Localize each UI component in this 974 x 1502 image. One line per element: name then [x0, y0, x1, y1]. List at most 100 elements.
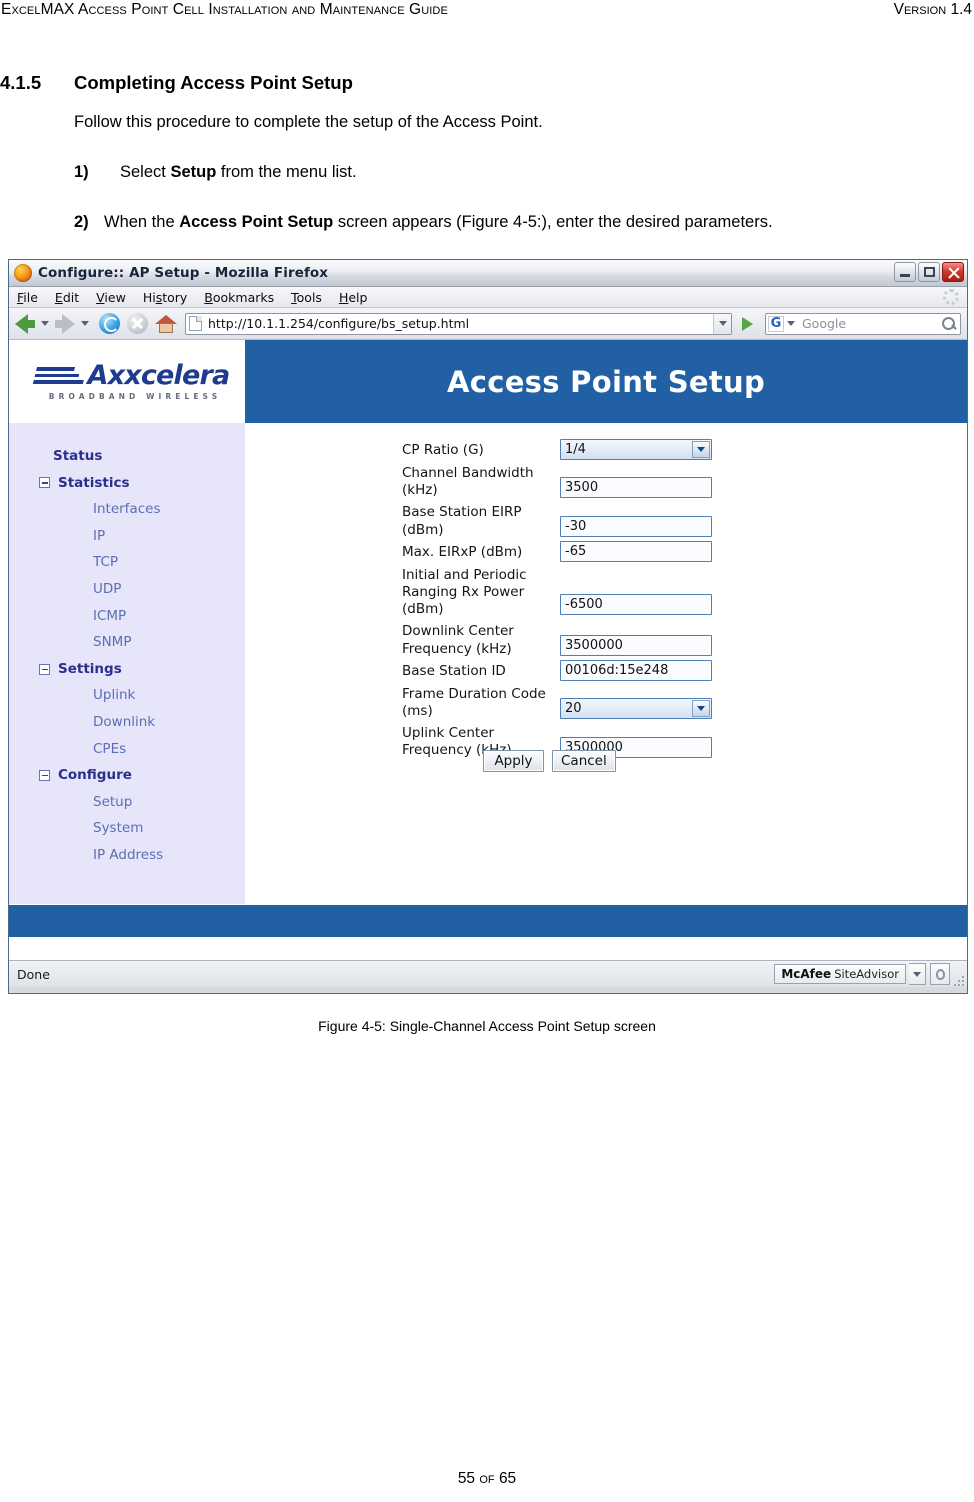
page-banner: Access Point Setup — [245, 340, 967, 423]
step-2-text-post: screen appears (Figure 4-5:), enter the … — [333, 213, 773, 231]
maximize-button[interactable] — [918, 262, 940, 282]
field-control-wrap: 20 — [560, 683, 715, 719]
menu-view[interactable]: View — [96, 290, 126, 305]
select-value: 20 — [565, 700, 582, 716]
sidebar-item-ip[interactable]: IP — [9, 523, 245, 550]
menu-edit-label: dit — [62, 289, 80, 305]
go-button[interactable] — [735, 312, 759, 335]
page-body-row: Status Statistics Interfaces IP TCP UDP ICMP SN… — [9, 423, 967, 904]
window-controls — [894, 262, 964, 282]
section-intro-paragraph: Follow this procedure to complete the se… — [74, 113, 543, 131]
mcafee-shield-button[interactable] — [930, 963, 950, 985]
sidebar-item-interfaces[interactable]: Interfaces — [9, 496, 245, 523]
field-control-wrap — [560, 564, 715, 615]
sidebar-item-status[interactable]: Status — [9, 443, 245, 470]
field-control-wrap — [560, 462, 715, 498]
sidebar-item-downlink[interactable]: Downlink — [9, 709, 245, 736]
menu-history[interactable]: History — [143, 290, 187, 305]
minimize-button[interactable] — [894, 262, 916, 282]
url-history-dropdown[interactable] — [713, 313, 731, 334]
sidebar-item-cpes[interactable]: CPEs — [9, 736, 245, 763]
section-heading: 4.1.5 Completing Access Point Setup — [0, 72, 760, 94]
back-dropdown-icon[interactable] — [41, 321, 49, 326]
menu-edit[interactable]: Edit — [55, 290, 79, 305]
sidebar-item-label: Downlink — [93, 713, 156, 730]
cancel-button[interactable]: Cancel — [552, 750, 616, 772]
chevron-down-icon[interactable] — [692, 441, 710, 458]
page-footer-bar — [9, 904, 967, 937]
sidebar-item-tcp[interactable]: TCP — [9, 549, 245, 576]
input-downlink-center-frequency-khz[interactable] — [560, 635, 712, 657]
sidebar-item-statistics[interactable]: Statistics — [9, 470, 245, 497]
sidebar-item-system[interactable]: System — [9, 815, 245, 842]
browser-window-screenshot: Configure:: AP Setup - Mozilla Firefox F… — [8, 259, 968, 994]
page-number-footer: 55 of 65 — [457, 1470, 517, 1487]
url-bar[interactable]: http://10.1.1.254/configure/bs_setup.htm… — [185, 312, 732, 335]
input-initial-and-periodic-ranging-rx-power-dbm[interactable] — [560, 593, 712, 615]
input-base-station-eirp-dbm[interactable] — [560, 516, 712, 538]
sidebar-item-label: ICMP — [93, 607, 127, 624]
resize-grip[interactable] — [953, 975, 965, 987]
chevron-down-icon[interactable] — [692, 699, 710, 717]
tree-collapse-icon[interactable] — [39, 663, 50, 675]
input-max-eirxp-dbm[interactable] — [560, 540, 712, 562]
maximize-icon — [924, 267, 935, 277]
input-base-station-id[interactable] — [560, 659, 712, 681]
stop-icon[interactable] — [127, 313, 148, 334]
search-engine-dropdown-icon[interactable] — [787, 321, 795, 326]
sidebar-item-uplink[interactable]: Uplink — [9, 682, 245, 709]
axxcelera-logo: Axxcelera BROADBAND WIRELESS — [25, 362, 230, 401]
page-title: Access Point Setup — [446, 364, 766, 399]
menu-bookmarks[interactable]: Bookmarks — [204, 290, 274, 305]
input-channel-bandwidth-khz[interactable] — [560, 477, 712, 498]
reload-icon[interactable] — [99, 313, 120, 334]
mcafee-dropdown-button[interactable] — [909, 963, 926, 985]
sidebar-item-setup[interactable]: Setup — [9, 789, 245, 816]
menu-tools[interactable]: Tools — [291, 290, 322, 305]
browser-navigation-toolbar: http://10.1.1.254/configure/bs_setup.htm… — [9, 308, 967, 340]
close-button[interactable] — [942, 262, 964, 282]
mcafee-brand-label: McAfee — [781, 967, 832, 981]
mcafee-siteadvisor-button[interactable]: McAfee SiteAdvisor — [774, 964, 906, 984]
page-icon — [189, 316, 202, 331]
section-number: 4.1.5 — [0, 72, 42, 93]
sidebar-item-udp[interactable]: UDP — [9, 576, 245, 603]
sidebar-item-snmp[interactable]: SNMP — [9, 629, 245, 656]
form-row-base-station-eirp-dbm: Base Station EIRP (dBm) — [402, 501, 715, 538]
back-button[interactable] — [15, 313, 35, 334]
sidebar-item-label: IP — [93, 527, 106, 544]
select-frame-duration-code-ms[interactable]: 20 — [560, 697, 712, 719]
form-button-row: Apply Cancel — [483, 750, 616, 772]
home-icon[interactable] — [155, 314, 177, 334]
tree-collapse-icon[interactable] — [39, 769, 50, 781]
logo-tagline: BROADBAND WIRELESS — [48, 392, 222, 401]
step-1-text-post: from the menu list. — [216, 163, 357, 181]
field-control-wrap — [560, 659, 715, 681]
sidebar-item-label: SNMP — [93, 634, 132, 651]
sidebar-item-ip-address[interactable]: IP Address — [9, 842, 245, 869]
field-label-base-station-id: Base Station ID — [402, 662, 506, 679]
web-page-content: Axxcelera BROADBAND WIRELESS Access Poin… — [9, 340, 967, 960]
chevron-down-icon — [913, 971, 921, 977]
tree-collapse-icon[interactable] — [39, 477, 50, 489]
sidebar-item-label: System — [93, 820, 144, 837]
forward-button[interactable] — [55, 313, 75, 334]
menu-file-label: ile — [23, 289, 38, 305]
window-title: Configure:: AP Setup - Mozilla Firefox — [38, 265, 329, 281]
step-2-number: 2) — [74, 213, 89, 231]
form-row-channel-bandwidth-khz: Channel Bandwidth (kHz) — [402, 462, 715, 499]
apply-button[interactable]: Apply — [483, 750, 544, 772]
sidebar-item-settings[interactable]: Settings — [9, 656, 245, 683]
search-bar[interactable]: G Google — [765, 312, 961, 335]
sidebar-item-configure[interactable]: Configure — [9, 762, 245, 789]
search-icon[interactable] — [940, 315, 958, 333]
menu-help[interactable]: Help — [339, 290, 368, 305]
sidebar-item-label: Interfaces — [93, 501, 161, 518]
procedure-step-1: 1) Select Setup from the menu list. — [74, 162, 954, 183]
step-1-number: 1) — [74, 163, 89, 181]
field-label-channel-bandwidth-khz: Channel Bandwidth (kHz) — [402, 465, 534, 499]
sidebar-item-icmp[interactable]: ICMP — [9, 603, 245, 630]
forward-dropdown-icon[interactable] — [81, 321, 89, 326]
select-cp-ratio-g[interactable]: 1/4 — [560, 439, 712, 460]
menu-file[interactable]: File — [17, 290, 38, 305]
